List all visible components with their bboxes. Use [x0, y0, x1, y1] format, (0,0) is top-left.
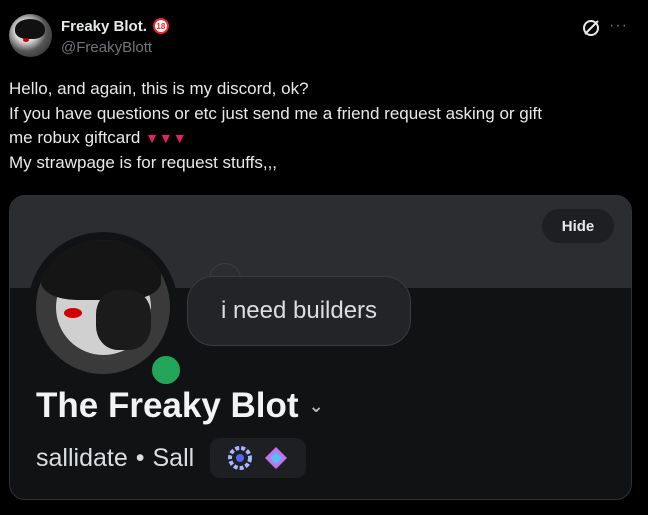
tongue-icon: ▼▼▼: [145, 130, 187, 146]
avatar-blot: [96, 290, 151, 350]
profile-username: sallidate: [36, 443, 128, 472]
grok-icon[interactable]: [581, 18, 601, 38]
boost-badge-icon[interactable]: [263, 445, 289, 471]
profile-nickname: Sall: [152, 443, 195, 472]
online-status-icon: [146, 350, 186, 390]
hide-button[interactable]: Hide: [542, 209, 614, 243]
tweet-line: If you have questions or etc just send m…: [9, 103, 542, 123]
profile-display-name: The Freaky Blot: [36, 386, 299, 425]
tweet-line: Hello, and again, this is my discord, ok…: [9, 79, 309, 98]
profile-badges: [210, 438, 307, 478]
tweet-line: My strawpage is for request stuffs,,,: [9, 152, 278, 172]
chevron-down-icon[interactable]: ⌄: [309, 396, 324, 417]
profile-name-row: The Freaky Blot ⌄: [36, 386, 324, 426]
avatar-hair: [15, 19, 45, 39]
more-icon[interactable]: ···: [609, 17, 628, 35]
tweet-line: me robux giftcard: [9, 128, 141, 147]
custom-status-bubble: i need builders: [187, 276, 411, 346]
thought-bubble-dot: [187, 249, 205, 267]
author-avatar[interactable]: [9, 14, 52, 57]
author-display-name[interactable]: Freaky Blot.: [61, 18, 147, 35]
avatar-eye: [23, 38, 29, 42]
author-name-row: Freaky Blot. 18: [61, 15, 169, 37]
tweet-line-with-emoji: me robux giftcard ▼▼▼: [9, 126, 629, 151]
discord-profile-card[interactable]: Hide i need builders The Freaky Blot ⌄ s…: [9, 195, 632, 500]
profile-avatar[interactable]: [28, 232, 186, 390]
hypesquad-badge-icon[interactable]: [227, 445, 253, 471]
age-restriction-icon: 18: [152, 18, 169, 34]
profile-sub-row: sallidate • Sall: [36, 438, 307, 478]
avatar-hair: [41, 240, 161, 300]
separator-dot: •: [135, 443, 145, 472]
profile-avatar-image: [36, 240, 170, 374]
tweet-text: Hello, and again, this is my discord, ok…: [9, 77, 629, 175]
author-handle[interactable]: @FreakyBlott: [61, 39, 152, 56]
avatar-eye: [64, 308, 82, 318]
